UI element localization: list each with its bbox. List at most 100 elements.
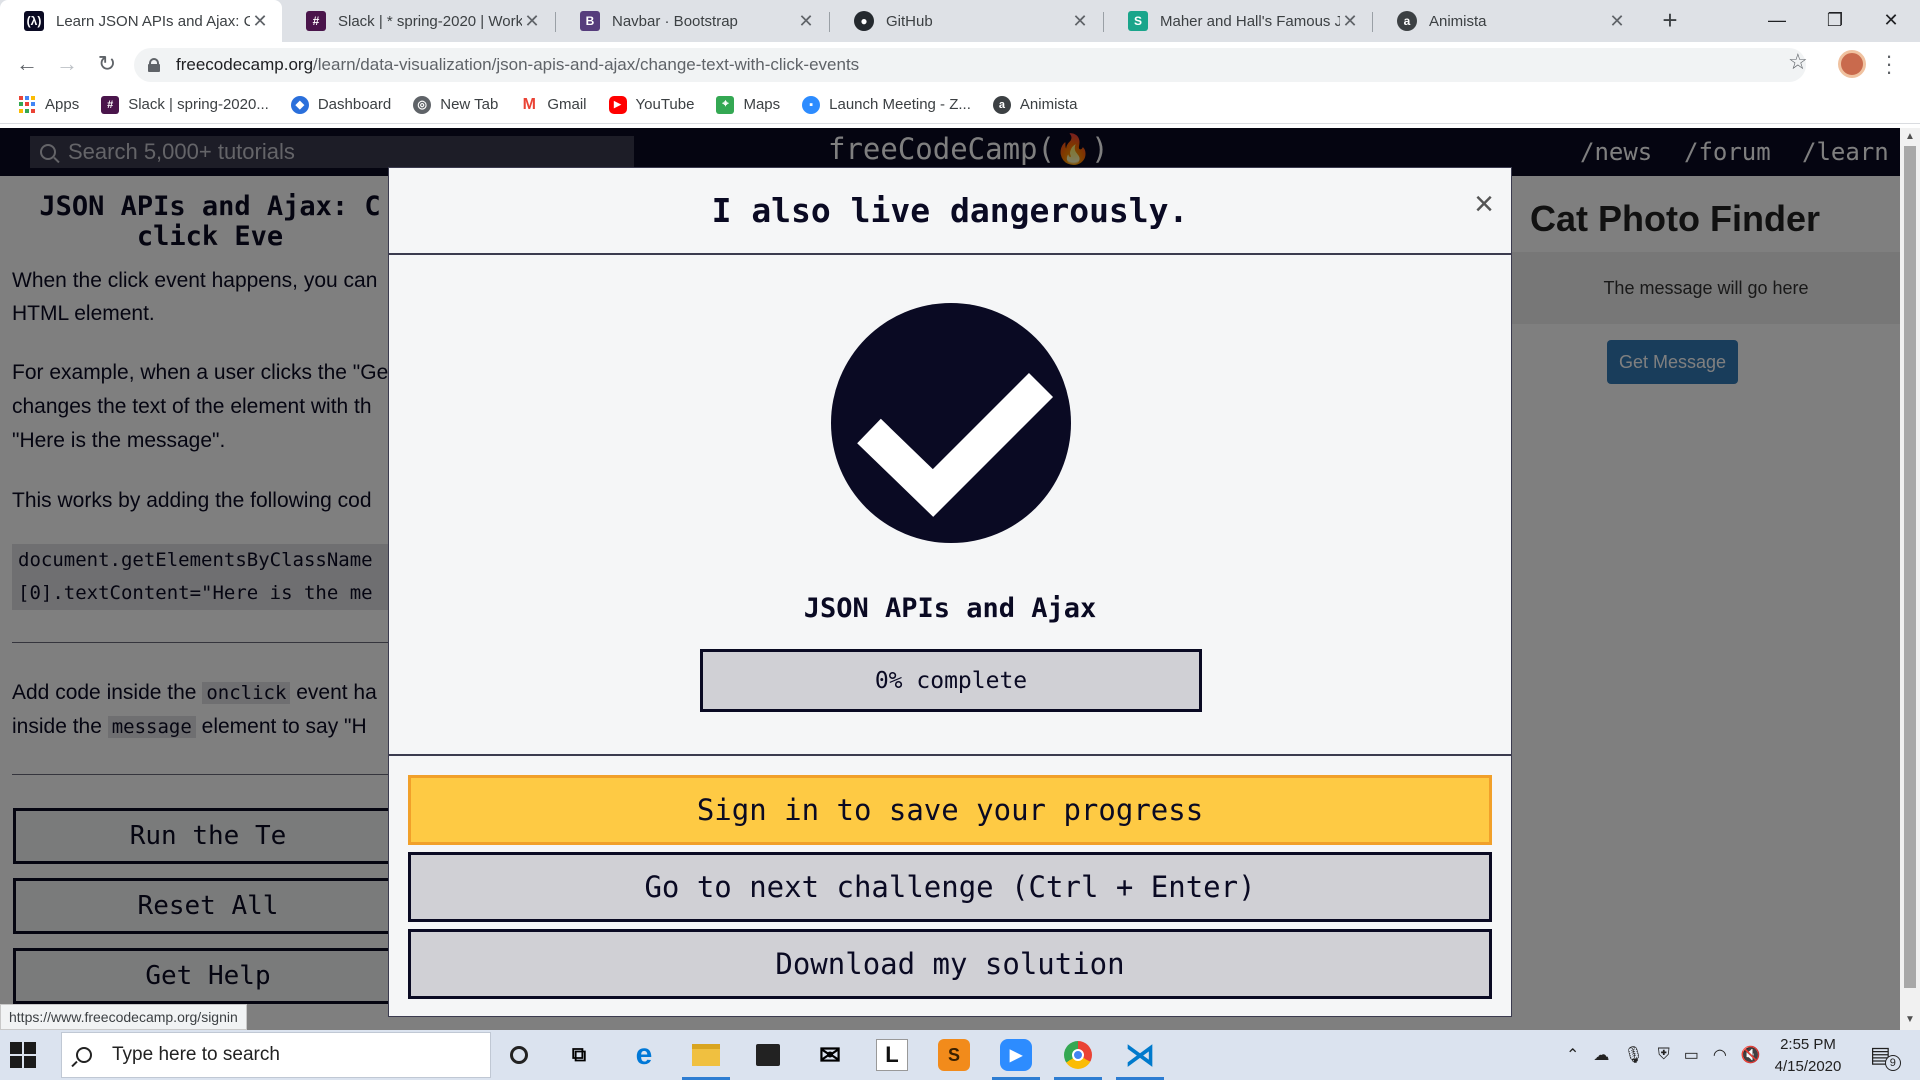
- minimize-button[interactable]: —: [1748, 0, 1806, 42]
- bookmark-label: Slack | spring-2020...: [128, 96, 269, 113]
- bookmark-apps[interactable]: Apps: [18, 95, 80, 114]
- close-tab-icon[interactable]: ✕: [1340, 11, 1360, 32]
- windows-start-button[interactable]: [10, 1042, 36, 1068]
- new-tab-button[interactable]: +: [1655, 6, 1685, 36]
- security-icon[interactable]: ⛨: [1658, 1046, 1670, 1064]
- tab-freecodecamp[interactable]: (λ) Learn JSON APIs and Ajax: Change Tex…: [0, 0, 282, 42]
- checkmark-icon: [831, 303, 1071, 543]
- progress-bar: 0% complete: [700, 649, 1202, 712]
- l-app-icon[interactable]: L: [876, 1039, 908, 1071]
- sheets-favicon: S: [1128, 11, 1148, 31]
- close-tab-icon[interactable]: ✕: [796, 11, 816, 32]
- youtube-icon: ▶: [608, 95, 627, 114]
- scroll-up-arrow-icon[interactable]: ▲: [1905, 131, 1915, 142]
- tab-title: Navbar · Bootstrap: [612, 12, 738, 30]
- slack-icon: #: [101, 95, 120, 114]
- notification-center[interactable]: ▤ 9: [1870, 1030, 1901, 1080]
- bookmark-star-icon[interactable]: ☆: [1788, 49, 1808, 75]
- bookmark-zoom[interactable]: ▪ Launch Meeting - Z...: [802, 95, 971, 114]
- close-tab-icon[interactable]: ✕: [522, 11, 542, 32]
- task-view-icon[interactable]: ⧉: [563, 1039, 595, 1071]
- tab-title: Animista: [1429, 12, 1487, 30]
- scroll-down-arrow-icon[interactable]: ▼: [1905, 1014, 1915, 1025]
- bookmarks-bar: Apps # Slack | spring-2020... ◆ Dashboar…: [0, 86, 1920, 124]
- maximize-button[interactable]: ❐: [1806, 0, 1864, 42]
- cortana-icon[interactable]: [503, 1039, 535, 1071]
- forward-arrow-icon[interactable]: →: [52, 50, 82, 80]
- tab-animista[interactable]: a Animista ✕: [1373, 0, 1639, 42]
- edge-icon[interactable]: e: [628, 1038, 660, 1071]
- tab-title: Maher and Hall's Famous Jan: [1160, 12, 1340, 30]
- freecodecamp-favicon: (λ): [24, 11, 44, 31]
- browser-toolbar: ← → ↻ freecodecamp.org/learn/data-visual…: [0, 42, 1920, 86]
- address-bar[interactable]: freecodecamp.org/learn/data-visualizatio…: [134, 48, 1806, 82]
- clock-date: 4/15/2020: [1774, 1058, 1842, 1075]
- tab-title: Learn JSON APIs and Ajax: Change Text wi…: [56, 12, 250, 30]
- page-scrollbar[interactable]: ▲ ▼: [1900, 128, 1920, 1030]
- close-icon[interactable]: ×: [1469, 187, 1499, 221]
- bookmark-label: New Tab: [440, 96, 499, 113]
- volume-muted-icon[interactable]: 🔇: [1741, 1045, 1761, 1065]
- scrollbar-thumb[interactable]: [1904, 146, 1916, 988]
- chevron-up-icon[interactable]: ⌃: [1566, 1045, 1579, 1065]
- close-window-button[interactable]: ✕: [1862, 0, 1920, 42]
- windows-taskbar: Type here to search ⧉ e ✉ L S ▶ ⋊ ⌃ ☁ 🎙 …: [0, 1030, 1920, 1080]
- progress-text: 0% complete: [874, 667, 1028, 694]
- wifi-icon[interactable]: ◠: [1713, 1045, 1727, 1065]
- onedrive-icon[interactable]: ☁: [1593, 1045, 1609, 1065]
- bookmark-new-tab[interactable]: ◎ New Tab: [413, 95, 499, 114]
- bookmark-maps[interactable]: ⌖ Maps: [716, 95, 781, 114]
- mail-icon[interactable]: ✉: [814, 1039, 846, 1071]
- animista-icon: a: [992, 95, 1011, 114]
- bookmark-youtube[interactable]: ▶ YouTube: [608, 95, 695, 114]
- slack-favicon: #: [306, 11, 326, 31]
- bookmark-label: Gmail: [547, 96, 587, 113]
- chrome-icon[interactable]: [1062, 1039, 1094, 1071]
- store-icon[interactable]: [752, 1039, 784, 1071]
- close-tab-icon[interactable]: ✕: [250, 11, 270, 32]
- github-favicon: ●: [854, 11, 874, 31]
- modal-header: I also live dangerously.: [389, 168, 1511, 255]
- back-arrow-icon[interactable]: ←: [12, 50, 42, 80]
- zoom-icon[interactable]: ▶: [1000, 1039, 1032, 1071]
- bookmark-label: Dashboard: [317, 96, 392, 113]
- tab-github[interactable]: ● GitHub ✕: [830, 0, 1102, 42]
- taskbar-clock[interactable]: 2:55 PM 4/15/2020: [1760, 1034, 1856, 1078]
- vscode-icon[interactable]: ⋊: [1124, 1039, 1156, 1072]
- download-solution-button[interactable]: Download my solution: [408, 929, 1492, 999]
- next-challenge-button[interactable]: Go to next challenge (Ctrl + Enter): [408, 852, 1492, 922]
- animista-favicon: a: [1397, 11, 1417, 31]
- battery-icon[interactable]: ▭: [1684, 1045, 1699, 1065]
- bookmark-label: Maps: [743, 96, 781, 113]
- bookmark-label: YouTube: [635, 96, 695, 113]
- microphone-icon[interactable]: 🎙: [1623, 1045, 1643, 1065]
- close-tab-icon[interactable]: ✕: [1607, 11, 1627, 32]
- bootstrap-favicon: B: [580, 11, 600, 31]
- profile-avatar[interactable]: [1838, 50, 1866, 78]
- tab-title: GitHub: [886, 12, 933, 30]
- taskbar-search-input[interactable]: Type here to search: [61, 1032, 491, 1078]
- bookmark-gmail[interactable]: M Gmail: [520, 96, 587, 114]
- link-status-bar: https://www.freecodecamp.org/signin: [0, 1004, 247, 1030]
- taskbar-search-placeholder: Type here to search: [112, 1044, 280, 1065]
- bookmark-slack[interactable]: # Slack | spring-2020...: [101, 95, 269, 114]
- tab-slack[interactable]: # Slack | * spring-2020 | Workflow ✕: [282, 0, 554, 42]
- lock-icon: [148, 58, 160, 72]
- notification-count-badge: 9: [1884, 1055, 1901, 1071]
- tab-bootstrap[interactable]: B Navbar · Bootstrap ✕: [556, 0, 828, 42]
- dashboard-icon: ◆: [290, 95, 309, 114]
- bookmark-dashboard[interactable]: ◆ Dashboard: [290, 95, 392, 114]
- globe-icon: ◎: [413, 95, 432, 114]
- bookmark-animista[interactable]: a Animista: [992, 95, 1077, 114]
- browser-tab-strip: (λ) Learn JSON APIs and Ajax: Change Tex…: [0, 0, 1920, 42]
- bookmark-label: Launch Meeting - Z...: [829, 96, 971, 113]
- menu-kebab-icon[interactable]: · · ·: [1884, 45, 1894, 83]
- file-explorer-icon[interactable]: [690, 1039, 722, 1071]
- search-icon: [76, 1047, 92, 1063]
- close-tab-icon[interactable]: ✕: [1070, 11, 1090, 32]
- reload-icon[interactable]: ↻: [92, 50, 122, 80]
- sign-in-button[interactable]: Sign in to save your progress: [408, 775, 1492, 845]
- tab-sheets[interactable]: S Maher and Hall's Famous Jan ✕: [1104, 0, 1372, 42]
- bookmark-label: Apps: [45, 96, 80, 113]
- sublime-icon[interactable]: S: [938, 1039, 970, 1071]
